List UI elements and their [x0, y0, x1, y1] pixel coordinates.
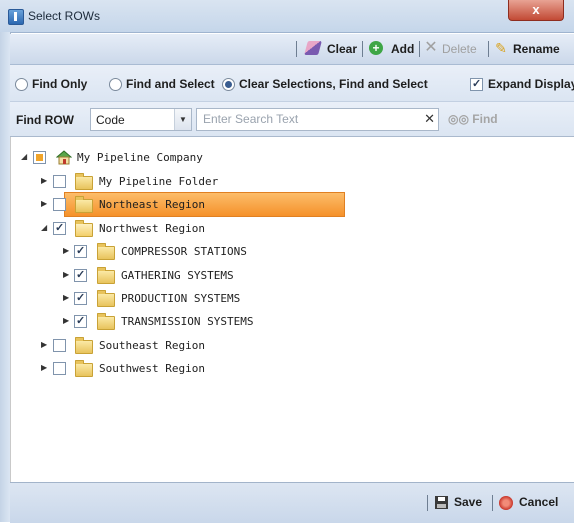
folder-icon [97, 243, 115, 260]
find-button[interactable]: ◎◎ Find [448, 112, 498, 126]
folder-icon [97, 313, 115, 330]
collapse-arrow-icon[interactable]: ◢ [21, 152, 31, 162]
footer-separator [492, 495, 493, 511]
add-button[interactable]: Add [391, 42, 414, 56]
row-tree: ◢ My Pipeline Company ▶ My Pipeline Fold… [10, 137, 574, 482]
tree-checkbox[interactable] [53, 175, 66, 188]
tree-node-label[interactable]: Southwest Region [99, 362, 205, 375]
clear-search-icon[interactable]: ✕ [424, 111, 435, 127]
expand-display-label[interactable]: Expand Display [488, 77, 574, 91]
tree-checkbox[interactable] [74, 268, 87, 282]
toolbar-separator [488, 41, 489, 57]
find-row-bar: Find ROW Code ▼ ✕ ◎◎ Find [10, 102, 574, 137]
tree-checkbox[interactable] [53, 339, 66, 352]
tree-node-label[interactable]: Northeast Region [99, 198, 205, 211]
find-only-label[interactable]: Find Only [32, 77, 87, 91]
add-icon[interactable]: + [369, 41, 383, 55]
find-row-label: Find ROW [16, 113, 74, 127]
select-rows-dialog: Select ROWs x Clear + Add ✕ Delete ✎ Ren… [0, 0, 574, 523]
tree-node-label[interactable]: PRODUCTION SYSTEMS [121, 292, 240, 305]
find-only-radio[interactable] [15, 78, 28, 91]
clear-find-select-radio[interactable] [222, 78, 235, 91]
rename-button[interactable]: Rename [513, 42, 560, 56]
pencil-icon[interactable]: ✎ [494, 41, 508, 55]
open-folder-icon [75, 220, 93, 237]
expand-arrow-icon[interactable]: ▶ [63, 246, 73, 256]
clear-button[interactable]: Clear [327, 42, 357, 56]
find-field-select[interactable]: Code ▼ [90, 108, 192, 131]
tree-checkbox[interactable] [53, 362, 66, 375]
tree-node-label[interactable]: Northwest Region [99, 222, 205, 235]
tree-checkbox[interactable] [74, 314, 87, 328]
cancel-button[interactable]: Cancel [519, 495, 558, 509]
toolbar-separator [296, 41, 297, 57]
tree-node-label[interactable]: Southeast Region [99, 339, 205, 352]
find-options-row: Find Only Find and Select Clear Selectio… [10, 65, 574, 102]
toolbar-separator [419, 41, 420, 57]
tree-node-label[interactable]: COMPRESSOR STATIONS [121, 245, 247, 258]
save-icon[interactable] [435, 496, 448, 509]
expand-arrow-icon[interactable]: ▶ [63, 270, 73, 280]
cancel-icon[interactable] [499, 496, 513, 510]
toolbar: Clear + Add ✕ Delete ✎ Rename [10, 34, 574, 65]
home-icon [55, 149, 73, 165]
tree-checkbox[interactable] [33, 151, 46, 164]
dialog-title: Select ROWs [28, 9, 101, 23]
expand-arrow-icon[interactable]: ▶ [41, 199, 51, 209]
binoculars-icon: ◎◎ [448, 112, 469, 126]
tree-checkbox[interactable] [74, 291, 87, 305]
find-and-select-label[interactable]: Find and Select [126, 77, 215, 91]
find-and-select-radio[interactable] [109, 78, 122, 91]
tree-node-label[interactable]: GATHERING SYSTEMS [121, 269, 234, 282]
tree-checkbox[interactable] [74, 244, 87, 258]
find-button-label: Find [472, 112, 498, 126]
footer-separator [427, 495, 428, 511]
expand-display-checkbox[interactable] [470, 77, 483, 91]
tree-node-label[interactable]: My Pipeline Company [77, 151, 203, 164]
tree-node-label[interactable]: My Pipeline Folder [99, 175, 218, 188]
tree-node-label[interactable]: TRANSMISSION SYSTEMS [121, 315, 253, 328]
folder-icon [75, 196, 93, 213]
save-button[interactable]: Save [454, 495, 482, 509]
folder-icon [75, 360, 93, 377]
folder-icon [97, 267, 115, 284]
app-icon [8, 9, 24, 25]
close-button[interactable]: x [508, 0, 564, 21]
expand-arrow-icon[interactable]: ▶ [63, 316, 73, 326]
clear-find-select-label[interactable]: Clear Selections, Find and Select [239, 77, 428, 91]
toolbar-separator [362, 41, 363, 57]
delete-icon: ✕ [424, 39, 438, 56]
search-input[interactable] [197, 109, 413, 128]
collapse-arrow-icon[interactable]: ◢ [41, 223, 51, 233]
expand-arrow-icon[interactable]: ▶ [63, 293, 73, 303]
folder-icon [75, 337, 93, 354]
expand-arrow-icon[interactable]: ▶ [41, 176, 51, 186]
expand-arrow-icon[interactable]: ▶ [41, 340, 51, 350]
chevron-down-icon[interactable]: ▼ [174, 109, 191, 130]
title-bar[interactable]: Select ROWs x [0, 0, 574, 33]
folder-icon [75, 173, 93, 190]
tree-checkbox[interactable] [53, 198, 66, 211]
delete-button[interactable]: Delete [442, 42, 477, 56]
eraser-icon[interactable] [304, 41, 322, 55]
footer-bar: Save Cancel [10, 482, 574, 523]
search-box[interactable]: ✕ [196, 108, 439, 131]
find-field-value: Code [96, 113, 125, 127]
tree-checkbox[interactable] [53, 221, 66, 235]
folder-icon [97, 290, 115, 307]
expand-arrow-icon[interactable]: ▶ [41, 363, 51, 373]
